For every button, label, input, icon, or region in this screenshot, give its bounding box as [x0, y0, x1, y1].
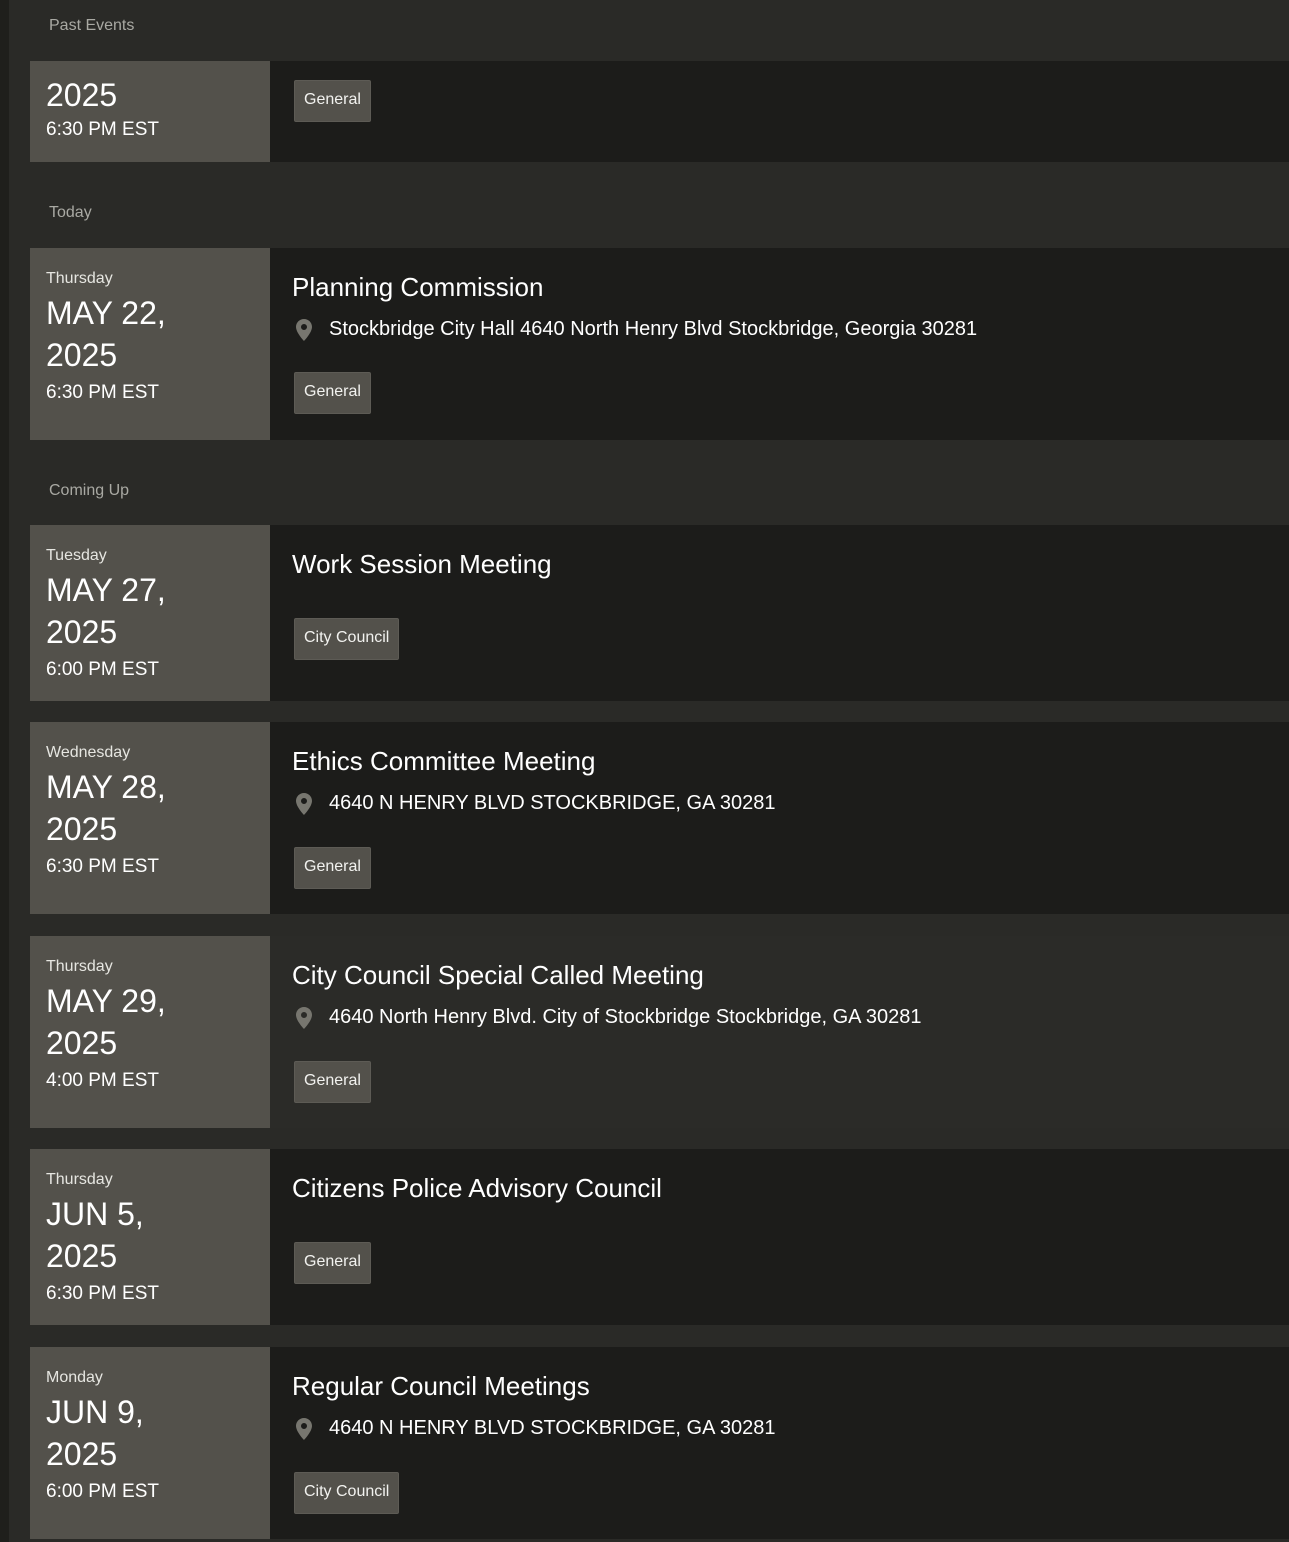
event-content: Regular Council Meetings 4640 N HENRY BL…	[270, 1347, 1289, 1539]
event-card[interactable]: Wednesday MAY 28, 2025 6:30 PM EST Ethics…	[30, 722, 1289, 914]
event-card[interactable]: Thursday MAY 29, 2025 4:00 PM EST City Co…	[30, 936, 1289, 1128]
event-date-box: Thursday JUN 5, 2025 6:30 PM EST	[30, 1149, 270, 1325]
event-card[interactable]: Thursday MAY 22, 2025 6:30 PM EST Plannin…	[30, 248, 1289, 440]
event-date: MAY 29, 2025	[46, 983, 166, 1061]
event-weekday: Thursday	[46, 958, 113, 975]
map-pin-icon	[296, 1417, 312, 1440]
event-date: MAY 27, 2025	[46, 572, 166, 650]
event-location: 4640 N HENRY BLVD STOCKBRIDGE, GA 30281	[296, 1417, 776, 1440]
map-pin-icon	[296, 792, 312, 815]
event-tag[interactable]: General	[294, 847, 371, 889]
event-date: MAY 28, 2025	[46, 769, 166, 847]
event-tag[interactable]: General	[294, 372, 371, 414]
event-weekday: Monday	[46, 1369, 103, 1386]
event-tag[interactable]: General	[294, 1242, 371, 1284]
event-year: 2025	[46, 77, 118, 113]
event-title[interactable]: Citizens Police Advisory Council	[292, 1173, 662, 1204]
section-label-past: Past Events	[49, 17, 135, 34]
map-pin-icon	[296, 318, 312, 341]
event-content: City Council Special Called Meeting 4640…	[270, 936, 1289, 1128]
event-content: Citizens Police Advisory Council General	[270, 1149, 1289, 1325]
event-date-box: Monday JUN 9, 2025 6:00 PM EST	[30, 1347, 270, 1539]
event-title[interactable]: Regular Council Meetings	[292, 1371, 590, 1402]
past-events-header: Past Events	[9, 0, 1289, 61]
left-edge-strip	[0, 0, 9, 1542]
event-content: Ethics Committee Meeting 4640 N HENRY BL…	[270, 722, 1289, 914]
event-location: 4640 North Henry Blvd. City of Stockbrid…	[296, 1006, 922, 1029]
event-time: 6:30 PM EST	[46, 1283, 159, 1304]
event-time: 6:00 PM EST	[46, 659, 159, 680]
event-card[interactable]: Tuesday MAY 27, 2025 6:00 PM EST Work Ses…	[30, 525, 1289, 701]
event-title[interactable]: Ethics Committee Meeting	[292, 746, 595, 777]
event-time: 6:30 PM EST	[46, 856, 159, 877]
map-pin-icon	[296, 1006, 312, 1029]
event-weekday: Wednesday	[46, 744, 131, 761]
event-weekday: Tuesday	[46, 547, 107, 564]
event-content: Work Session Meeting City Council	[270, 525, 1289, 701]
event-title[interactable]: Work Session Meeting	[292, 549, 552, 580]
event-weekday: Thursday	[46, 1171, 113, 1188]
event-location: Stockbridge City Hall 4640 North Henry B…	[296, 318, 977, 341]
event-time: 6:00 PM EST	[46, 1481, 159, 1502]
event-location: 4640 N HENRY BLVD STOCKBRIDGE, GA 30281	[296, 792, 776, 815]
section-label-today: Today	[49, 204, 92, 221]
event-time: 4:00 PM EST	[46, 1070, 159, 1091]
event-title[interactable]: City Council Special Called Meeting	[292, 960, 704, 991]
event-date-box: Thursday MAY 22, 2025 6:30 PM EST	[30, 248, 270, 440]
event-time: 6:30 PM EST	[46, 382, 159, 403]
event-date: JUN 5, 2025	[46, 1196, 144, 1274]
event-tag[interactable]: General	[294, 1061, 371, 1103]
event-date-box: Tuesday MAY 27, 2025 6:00 PM EST	[30, 525, 270, 701]
event-date-box: Thursday MAY 29, 2025 4:00 PM EST	[30, 936, 270, 1128]
event-title[interactable]: Planning Commission	[292, 272, 543, 303]
event-weekday: Thursday	[46, 270, 113, 287]
event-date: MAY 22, 2025	[46, 295, 166, 373]
event-time: 6:30 PM EST	[46, 119, 159, 140]
event-tag[interactable]: General	[294, 80, 371, 122]
event-date-box: Wednesday MAY 28, 2025 6:30 PM EST	[30, 722, 270, 914]
event-content: Planning Commission Stockbridge City Hal…	[270, 248, 1289, 440]
section-label-coming-up: Coming Up	[49, 482, 130, 499]
event-tag[interactable]: City Council	[294, 1472, 400, 1514]
event-card[interactable]: Monday JUN 9, 2025 6:00 PM EST Regular Co…	[30, 1347, 1289, 1539]
event-card[interactable]: Thursday JUN 5, 2025 6:30 PM EST Citizens…	[30, 1149, 1289, 1325]
event-tag[interactable]: City Council	[294, 618, 400, 660]
event-date: JUN 9, 2025	[46, 1394, 144, 1472]
